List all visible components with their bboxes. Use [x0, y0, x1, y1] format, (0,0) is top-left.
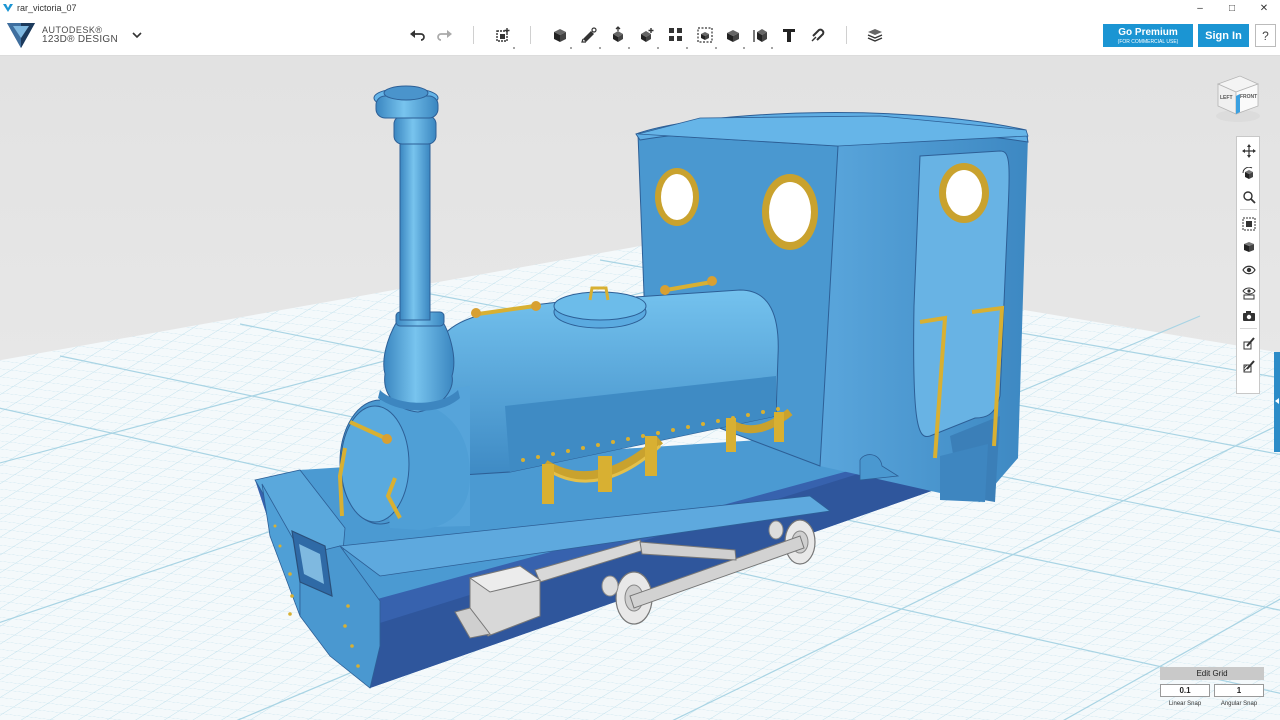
grid-snap-panel: Edit Grid 0.1 1 Linear Snap Angular Snap: [1160, 667, 1264, 713]
modify-button[interactable]: [636, 24, 659, 49]
modify-icon: [641, 28, 654, 42]
group-icon: [697, 27, 713, 43]
app-logo-icon: [3, 4, 13, 12]
box-primitive-icon: [554, 29, 566, 42]
linear-snap-input[interactable]: 0.1: [1160, 684, 1210, 697]
redo-icon: [437, 30, 452, 41]
view-cube[interactable]: LEFT FRONT: [1210, 68, 1266, 124]
undo-icon: [410, 30, 425, 41]
linear-snap-label: Linear Snap: [1168, 701, 1202, 707]
edit-tool-2-button[interactable]: [1239, 356, 1258, 375]
undo-button[interactable]: [406, 24, 428, 46]
fit-button[interactable]: [1239, 214, 1258, 233]
visibility-button[interactable]: [1239, 260, 1258, 279]
app-window: rar_victoria_07 – □ ✕ AUTODESK® 123D® DE…: [0, 0, 1280, 720]
close-button[interactable]: ✕: [1248, 0, 1280, 16]
maximize-button[interactable]: □: [1216, 0, 1248, 16]
viewcube-front-label: FRONT: [1240, 94, 1257, 100]
scene-canvas[interactable]: [0, 56, 1280, 720]
grouping-button[interactable]: [694, 24, 717, 49]
combine-button[interactable]: [722, 24, 745, 49]
pattern-button[interactable]: [665, 24, 688, 49]
combine-icon: [727, 30, 739, 42]
transform-icon: [496, 28, 510, 42]
text-button[interactable]: [778, 24, 800, 46]
snap-button[interactable]: [807, 24, 829, 46]
main-toolbar: AUTODESK® 123D® DESIGN Go Premium (FOR C…: [0, 16, 1280, 56]
navigation-bar: [1236, 136, 1260, 394]
sign-in-button[interactable]: Sign In: [1198, 24, 1249, 47]
angular-snap-label: Angular Snap: [1220, 701, 1258, 707]
text-icon: [783, 29, 795, 42]
primitives-button[interactable]: [549, 24, 572, 49]
go-premium-label: Go Premium: [1118, 27, 1178, 38]
sketch-button[interactable]: [578, 24, 601, 49]
window-controls: – □ ✕: [1184, 0, 1280, 16]
snap-magnet-icon: [811, 28, 825, 42]
orbit-button[interactable]: [1239, 164, 1258, 183]
brush-icon: [1243, 336, 1255, 349]
screenshot-button[interactable]: [1239, 306, 1258, 325]
material-layers-icon: [867, 29, 883, 42]
zoom-icon: [1242, 190, 1256, 204]
zoom-button[interactable]: [1239, 187, 1258, 206]
pattern-icon: [669, 28, 682, 41]
edit-grid-button[interactable]: Edit Grid: [1160, 667, 1264, 680]
pan-button[interactable]: [1239, 141, 1258, 160]
camera-icon: [1242, 310, 1255, 321]
brand-line-2: 123D® DESIGN: [42, 34, 118, 45]
construct-icon: [613, 26, 623, 42]
transform-button[interactable]: [492, 24, 515, 49]
title-bar: rar_victoria_07 – □ ✕: [0, 0, 1280, 16]
brush-hatched-icon: [1243, 359, 1255, 372]
edit-tool-1-button[interactable]: [1239, 333, 1258, 352]
redo-button[interactable]: [434, 24, 456, 46]
help-button[interactable]: ?: [1255, 24, 1276, 47]
go-premium-sublabel: (FOR COMMERCIAL USE): [1117, 39, 1179, 45]
brand-name: AUTODESK® 123D® DESIGN: [42, 25, 118, 45]
material-button[interactable]: [864, 24, 886, 46]
perspective-button[interactable]: [1239, 237, 1258, 256]
construct-button[interactable]: [607, 24, 630, 49]
document-title: rar_victoria_07: [17, 3, 77, 13]
toolbar-separator: [846, 26, 847, 44]
toolbar-separator: [473, 26, 474, 44]
minimize-button[interactable]: –: [1184, 0, 1216, 16]
viewcube-left-label: LEFT: [1220, 95, 1233, 101]
chevron-down-icon[interactable]: [130, 28, 144, 42]
autodesk-logo-icon: [7, 23, 35, 48]
perspective-icon: [1243, 241, 1254, 252]
materials-icon: [1241, 287, 1256, 299]
measure-button[interactable]: [750, 24, 773, 49]
eye-icon: [1241, 265, 1256, 274]
3d-viewport[interactable]: LEFT FRONT Edit Grid 0.1 1 Linear Snap A…: [0, 56, 1280, 720]
chevron-left-icon: [1275, 398, 1279, 404]
sketch-icon: [581, 27, 597, 43]
pan-icon: [1241, 143, 1256, 158]
side-panel-toggle[interactable]: [1274, 352, 1280, 452]
orbit-icon: [1242, 166, 1253, 179]
materials-button[interactable]: [1239, 283, 1258, 302]
go-premium-button[interactable]: Go Premium (FOR COMMERCIAL USE): [1103, 24, 1193, 47]
fit-icon: [1242, 217, 1255, 230]
angular-snap-input[interactable]: 1: [1214, 684, 1264, 697]
toolbar-separator: [530, 26, 531, 44]
measure-icon: [753, 29, 767, 42]
